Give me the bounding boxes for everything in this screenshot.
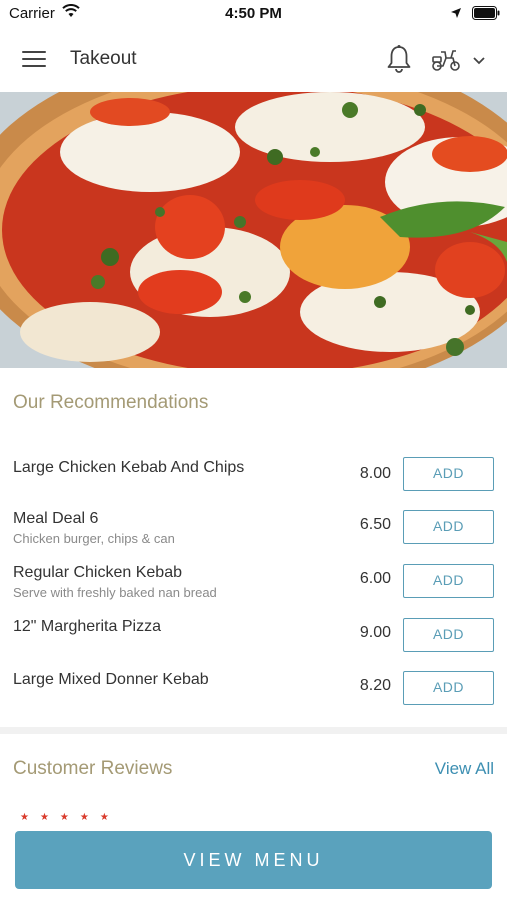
item-price: 9.00	[359, 624, 391, 641]
location-arrow-icon	[450, 6, 462, 24]
item-name: Large Chicken Kebab And Chips	[13, 459, 245, 476]
menu-item: Large Mixed Donner Kebab 8.20 ADD	[0, 671, 507, 717]
item-description: Chicken burger, chips & can	[13, 531, 175, 546]
chevron-down-icon[interactable]	[472, 53, 486, 65]
item-name: Regular Chicken Kebab	[13, 564, 182, 581]
reviews-title: Customer Reviews	[13, 758, 173, 779]
bell-icon[interactable]	[385, 44, 413, 74]
item-price: 6.00	[359, 570, 391, 587]
add-button[interactable]: ADD	[403, 671, 494, 705]
scooter-icon[interactable]	[430, 48, 462, 72]
view-menu-button[interactable]: VIEW MENU	[15, 831, 492, 889]
rating-stars: ★★★★★	[20, 812, 120, 823]
item-description: Serve with freshly baked nan bread	[13, 585, 217, 600]
item-name: Meal Deal 6	[13, 510, 99, 527]
item-name: 12" Margherita Pizza	[13, 618, 161, 635]
view-all-link[interactable]: View All	[435, 759, 494, 779]
menu-item: Regular Chicken Kebab Serve with freshly…	[0, 564, 507, 610]
clock: 4:50 PM	[225, 5, 282, 22]
menu-item: Meal Deal 6 Chicken burger, chips & can …	[0, 510, 507, 556]
battery-icon	[472, 6, 500, 25]
add-button[interactable]: ADD	[403, 618, 494, 652]
menu-icon[interactable]	[22, 48, 48, 70]
menu-item: Large Chicken Kebab And Chips 8.00 ADD	[0, 457, 507, 503]
item-price: 8.00	[359, 465, 391, 482]
hero-image	[0, 92, 507, 368]
recommendations-title: Our Recommendations	[13, 392, 209, 413]
pizza-photo	[0, 92, 507, 368]
item-price: 8.20	[359, 677, 391, 694]
nav-bar: Takeout	[0, 26, 507, 92]
add-button[interactable]: ADD	[403, 457, 494, 491]
section-divider	[0, 727, 507, 734]
menu-item: 12" Margherita Pizza 9.00 ADD	[0, 618, 507, 664]
item-name: Large Mixed Donner Kebab	[13, 671, 209, 688]
page-title: Takeout	[70, 48, 137, 69]
status-bar: Carrier 4:50 PM	[0, 0, 507, 26]
add-button[interactable]: ADD	[403, 564, 494, 598]
item-price: 6.50	[359, 516, 391, 533]
add-button[interactable]: ADD	[403, 510, 494, 544]
